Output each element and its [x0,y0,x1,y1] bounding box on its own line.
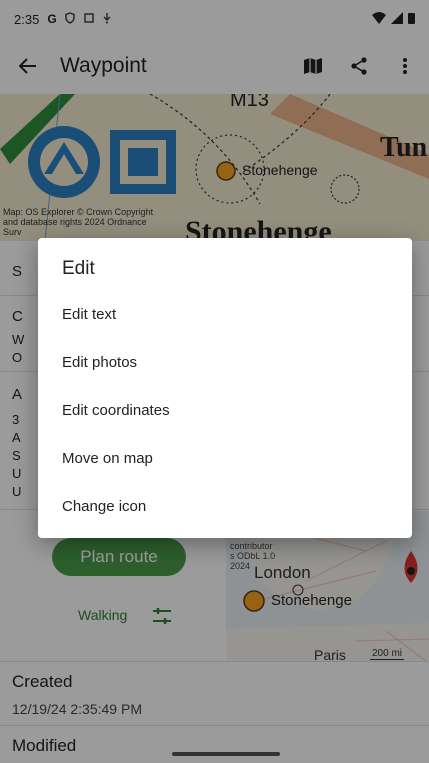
menu-item-edit-text[interactable]: Edit text [38,290,412,338]
menu-item-edit-photos[interactable]: Edit photos [38,338,412,386]
edit-dialog: Edit Edit text Edit photos Edit coordina… [38,238,412,538]
dialog-title: Edit [62,258,95,279]
gesture-nav-handle[interactable] [172,752,280,756]
menu-item-change-icon[interactable]: Change icon [38,482,412,530]
menu-item-move-on-map[interactable]: Move on map [38,434,412,482]
menu-item-edit-coordinates[interactable]: Edit coordinates [38,386,412,434]
